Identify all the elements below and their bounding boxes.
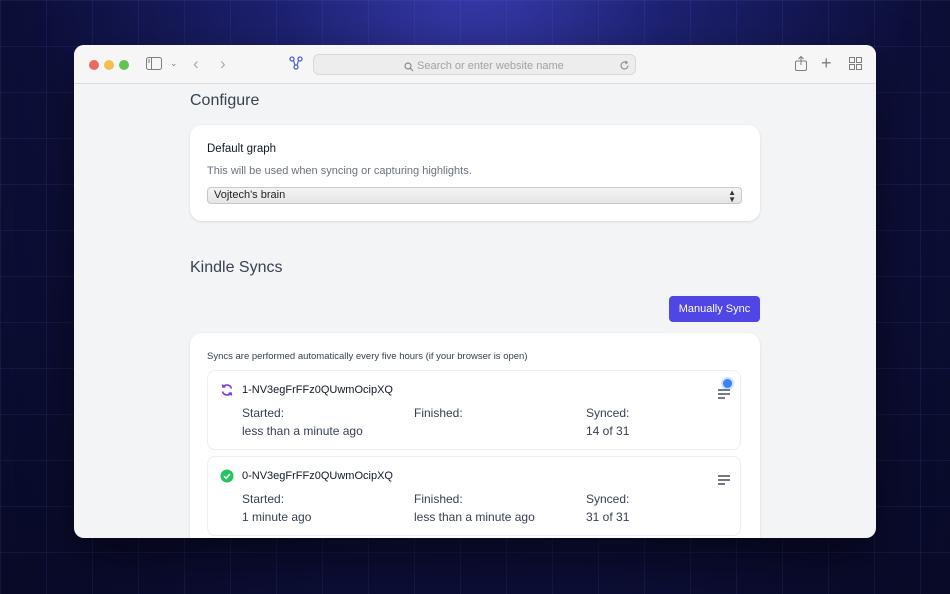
default-graph-label: Default graph: [207, 143, 277, 155]
log-menu-icon[interactable]: [718, 472, 730, 485]
default-graph-select[interactable]: Vojtech's brain ▲ ▼: [207, 187, 742, 204]
finished-label: Finished:: [414, 406, 463, 420]
syncing-icon: [220, 383, 234, 397]
activity-badge: [723, 379, 732, 388]
started-value: 1 minute ago: [242, 510, 312, 524]
sync-row-1: 1-NV3egFrFFz0QUwmOcipXQ Started: less th…: [207, 370, 741, 450]
selected-graph-value: Vojtech's brain: [214, 189, 286, 201]
select-arrows-icon: ▲ ▼: [728, 188, 736, 204]
sync-id: 0-NV3egFrFFz0QUwmOcipXQ: [242, 470, 393, 482]
finished-label: Finished:: [414, 492, 463, 506]
browser-window: ⌄ ‹ › Search or enter website name + Con…: [74, 45, 876, 538]
address-bar[interactable]: Search or enter website name: [313, 54, 636, 75]
address-placeholder: Search or enter website name: [417, 60, 564, 72]
sync-id: 1-NV3egFrFFz0QUwmOcipXQ: [242, 384, 393, 396]
back-icon[interactable]: ‹: [193, 55, 199, 72]
started-label: Started:: [242, 492, 285, 506]
tab-overview-icon[interactable]: [849, 57, 862, 72]
share-icon[interactable]: [795, 55, 807, 73]
manually-sync-button[interactable]: Manually Sync: [669, 296, 760, 322]
minimize-window-button[interactable]: [104, 60, 114, 70]
started-value: less than a minute ago: [242, 424, 363, 438]
close-window-button[interactable]: [89, 60, 99, 70]
new-tab-icon[interactable]: +: [821, 54, 832, 72]
kindle-syncs-card: Syncs are performed automatically every …: [190, 333, 760, 538]
extension-graph-icon[interactable]: [289, 56, 303, 72]
finished-value: less than a minute ago: [414, 510, 535, 524]
check-circle-icon: [220, 469, 234, 483]
sync-row-2: 0-NV3egFrFFz0QUwmOcipXQ Started: 1 minut…: [207, 456, 741, 536]
synced-value: 14 of 31: [586, 424, 630, 438]
configure-card: Default graph This will be used when syn…: [190, 125, 760, 221]
synced-value: 31 of 31: [586, 510, 630, 524]
page-content: Configure Default graph This will be use…: [74, 84, 876, 538]
started-label: Started:: [242, 406, 285, 420]
chevron-down-icon[interactable]: ⌄: [170, 59, 178, 68]
reload-icon[interactable]: [619, 58, 630, 76]
default-graph-help: This will be used when syncing or captur…: [207, 165, 472, 177]
zoom-window-button[interactable]: [119, 60, 129, 70]
sidebar-toggle-icon[interactable]: [146, 57, 162, 72]
search-icon: [404, 59, 414, 77]
configure-heading: Configure: [190, 92, 260, 109]
synced-label: Synced:: [586, 406, 630, 420]
synced-label: Synced:: [586, 492, 630, 506]
browser-toolbar: ⌄ ‹ › Search or enter website name +: [74, 45, 876, 84]
kindle-syncs-heading: Kindle Syncs: [190, 259, 283, 276]
sync-schedule-note: Syncs are performed automatically every …: [207, 351, 528, 362]
forward-icon[interactable]: ›: [220, 55, 226, 72]
